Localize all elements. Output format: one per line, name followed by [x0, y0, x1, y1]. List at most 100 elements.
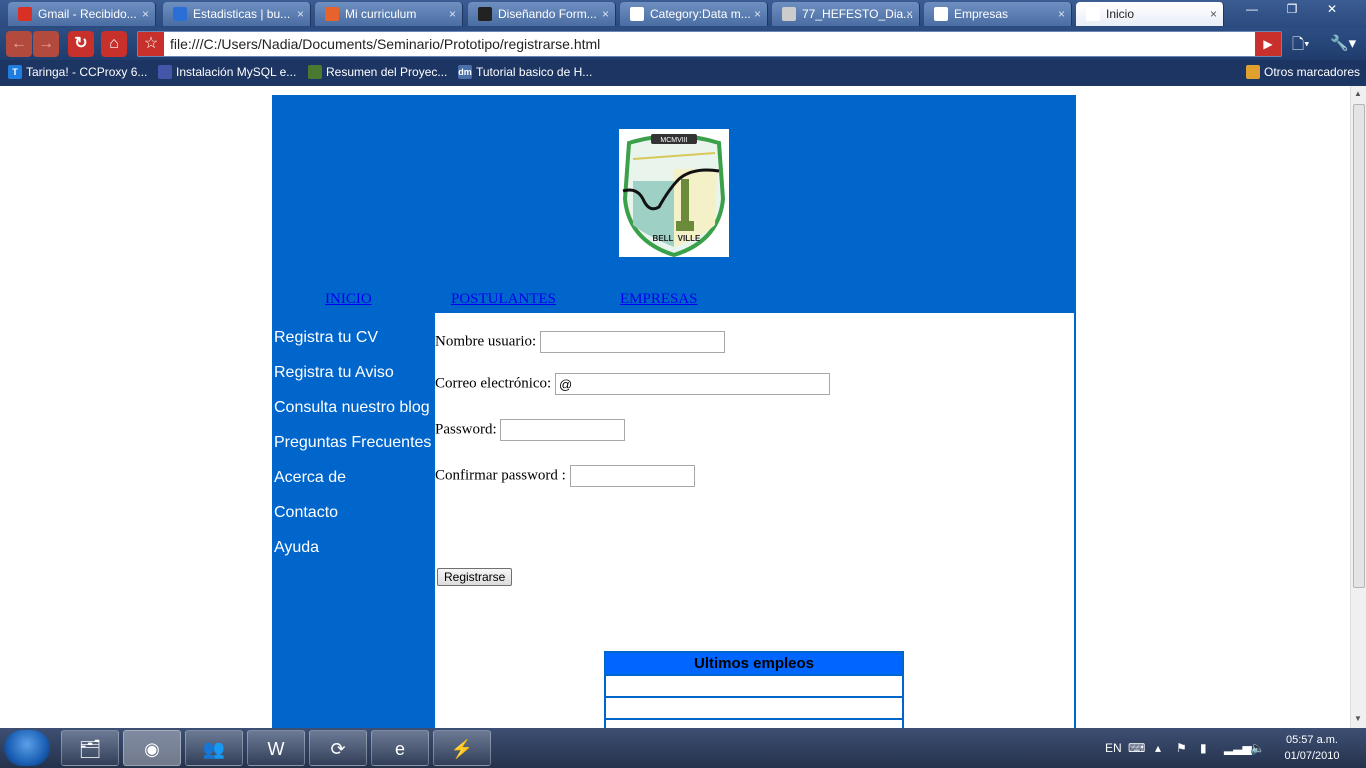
- sidebar-item-ayuda[interactable]: Ayuda: [274, 539, 319, 557]
- browser-tab[interactable]: Estadisticas | bu... ×: [163, 2, 311, 26]
- back-icon[interactable]: ←: [6, 31, 32, 57]
- keyboard-icon[interactable]: ⌨: [1128, 728, 1145, 768]
- sidebar-item-blog[interactable]: Consulta nuestro blog: [274, 399, 430, 417]
- reload-icon[interactable]: ↻: [68, 31, 94, 57]
- sidebar-item-acerca[interactable]: Acerca de: [274, 469, 346, 487]
- tab-close-icon[interactable]: ×: [754, 2, 761, 26]
- tab-title: Diseñando Form...: [498, 7, 597, 21]
- address-bar[interactable]: ☆ file:///C:/Users/Nadia/Documents/Semin…: [137, 31, 1282, 57]
- network-signal-icon[interactable]: ▂▃▅: [1224, 728, 1252, 768]
- username-input[interactable]: [539, 331, 725, 353]
- latest-jobs-header: Ultimos empleos: [606, 653, 902, 674]
- scroll-up-icon[interactable]: ▲: [1354, 89, 1362, 98]
- bookmark-item[interactable]: dm Tutorial basico de H...: [456, 60, 592, 86]
- bookmark-favicon-icon: dm: [458, 65, 472, 79]
- bookmark-favicon-icon: [308, 65, 322, 79]
- confirm-password-label: Confirmar password :: [435, 467, 566, 484]
- forward-icon[interactable]: →: [33, 31, 59, 57]
- tab-close-icon[interactable]: ×: [297, 2, 304, 26]
- password-label: Password:: [435, 421, 497, 438]
- vertical-scrollbar[interactable]: ▲ ▼: [1350, 86, 1366, 728]
- confirm-password-input[interactable]: [569, 465, 695, 487]
- email-input[interactable]: [554, 373, 830, 395]
- bookmark-favicon-icon: T: [8, 65, 22, 79]
- address-url[interactable]: file:///C:/Users/Nadia/Documents/Seminar…: [170, 32, 600, 56]
- show-hidden-icons-icon[interactable]: ▴: [1155, 728, 1161, 768]
- minimize-icon[interactable]: —: [1232, 0, 1272, 18]
- sidebar-item-faq[interactable]: Preguntas Frecuentes: [274, 434, 431, 452]
- browser-tab[interactable]: Diseñando Form... ×: [468, 2, 616, 26]
- tab-close-icon[interactable]: ×: [602, 2, 609, 26]
- system-clock[interactable]: 05:57 a.m. 01/07/2010: [1280, 732, 1344, 764]
- email-row: Correo electrónico:: [435, 373, 830, 395]
- password-input[interactable]: [500, 419, 626, 441]
- browser-tab[interactable]: Mi curriculum ×: [315, 2, 463, 26]
- tab-title: Empresas: [954, 7, 1009, 21]
- power-icon[interactable]: ▮: [1200, 728, 1207, 768]
- language-indicator[interactable]: EN: [1105, 728, 1122, 768]
- tab-favicon-icon: [478, 7, 492, 21]
- browser-tab[interactable]: Category:Data m... ×: [620, 2, 768, 26]
- browser-tab[interactable]: Gmail - Recibido... ×: [8, 2, 156, 26]
- sidebar-item-contacto[interactable]: Contacto: [274, 504, 338, 522]
- bookmark-label: Taringa! - CCProxy 6...: [26, 65, 148, 79]
- username-row: Nombre usuario:: [435, 331, 725, 353]
- tab-close-icon[interactable]: ×: [906, 2, 913, 26]
- action-center-flag-icon[interactable]: ⚑: [1176, 728, 1187, 768]
- sidebar-item-registra-aviso[interactable]: Registra tu Aviso: [274, 364, 394, 382]
- chrome-taskbar-icon[interactable]: ◉: [123, 730, 181, 766]
- tab-title: Category:Data m...: [650, 7, 751, 21]
- bookmark-item[interactable]: T Taringa! - CCProxy 6...: [6, 60, 147, 86]
- svg-text:VILLE: VILLE: [678, 234, 701, 243]
- scroll-down-icon[interactable]: ▼: [1354, 714, 1362, 723]
- latest-jobs-table: Ultimos empleos: [604, 651, 904, 728]
- go-icon[interactable]: ▶: [1255, 32, 1281, 56]
- bookmark-label: Tutorial basico de H...: [476, 65, 593, 79]
- bookmark-favicon-icon: [158, 65, 172, 79]
- tab-close-icon[interactable]: ×: [1058, 2, 1065, 26]
- other-bookmarks[interactable]: Otros marcadores: [1244, 60, 1360, 86]
- bookmarks-bar: T Taringa! - CCProxy 6... Instalación MySQ…: [0, 60, 1366, 86]
- ie-taskbar-icon[interactable]: e: [371, 730, 429, 766]
- browser-tab[interactable]: Inicio ×: [1076, 2, 1224, 26]
- tab-close-icon[interactable]: ×: [142, 2, 149, 26]
- tab-close-icon[interactable]: ×: [449, 2, 456, 26]
- wrench-menu-icon[interactable]: 🔧▾: [1330, 34, 1356, 52]
- scrollbar-thumb[interactable]: [1353, 104, 1365, 588]
- page-menu-icon[interactable]: 🗋▾: [1292, 34, 1310, 59]
- tab-title: 77_HEFESTO_Dia...: [802, 7, 914, 21]
- windows-taskbar: 🗂 ◉ 👥 W ⟳ e ⚡ EN ⌨ ▴ ⚑ ▮ ▂▃▅ 🔈 05:57 a.m…: [0, 728, 1366, 768]
- table-row: [606, 696, 902, 718]
- browser-tab[interactable]: Empresas ×: [924, 2, 1072, 26]
- word-taskbar-icon[interactable]: W: [247, 730, 305, 766]
- tab-favicon-icon: [630, 7, 644, 21]
- bookmark-item[interactable]: Instalación MySQL e...: [156, 60, 296, 86]
- username-label: Nombre usuario:: [435, 333, 537, 350]
- sidebar-item-registra-cv[interactable]: Registra tu CV: [274, 329, 378, 347]
- volume-icon[interactable]: 🔈: [1250, 728, 1265, 768]
- maximize-icon[interactable]: ❐: [1272, 0, 1312, 18]
- sync-taskbar-icon[interactable]: ⟳: [309, 730, 367, 766]
- bookmark-star-icon[interactable]: ☆: [138, 32, 164, 56]
- nav-inicio[interactable]: INICIO: [325, 291, 372, 308]
- bookmark-label: Instalación MySQL e...: [176, 65, 297, 79]
- table-row: [606, 718, 902, 728]
- browser-tab[interactable]: 77_HEFESTO_Dia... ×: [772, 2, 920, 26]
- home-icon[interactable]: ⌂: [101, 31, 127, 57]
- nav-empresas[interactable]: EMPRESAS: [620, 291, 698, 308]
- bookmark-item[interactable]: Resumen del Proyec...: [306, 60, 447, 86]
- svg-text:MCMVIII: MCMVIII: [660, 137, 687, 144]
- tab-close-icon[interactable]: ×: [1210, 2, 1217, 26]
- app-taskbar-icon[interactable]: ⚡: [433, 730, 491, 766]
- nav-postulantes[interactable]: POSTULANTES: [451, 291, 556, 308]
- clock-time: 05:57 a.m.: [1286, 734, 1338, 746]
- messenger-taskbar-icon[interactable]: 👥: [185, 730, 243, 766]
- city-crest-logo: MCMVIII BELL VILLE: [619, 129, 729, 258]
- tab-favicon-icon: [782, 7, 796, 21]
- register-button[interactable]: Registrarse: [437, 568, 513, 586]
- explorer-taskbar-icon[interactable]: 🗂: [61, 730, 119, 766]
- close-window-icon[interactable]: ✕: [1312, 0, 1352, 18]
- password-row: Password:: [435, 419, 626, 441]
- start-button[interactable]: [4, 730, 50, 766]
- clock-date: 01/07/2010: [1284, 750, 1340, 762]
